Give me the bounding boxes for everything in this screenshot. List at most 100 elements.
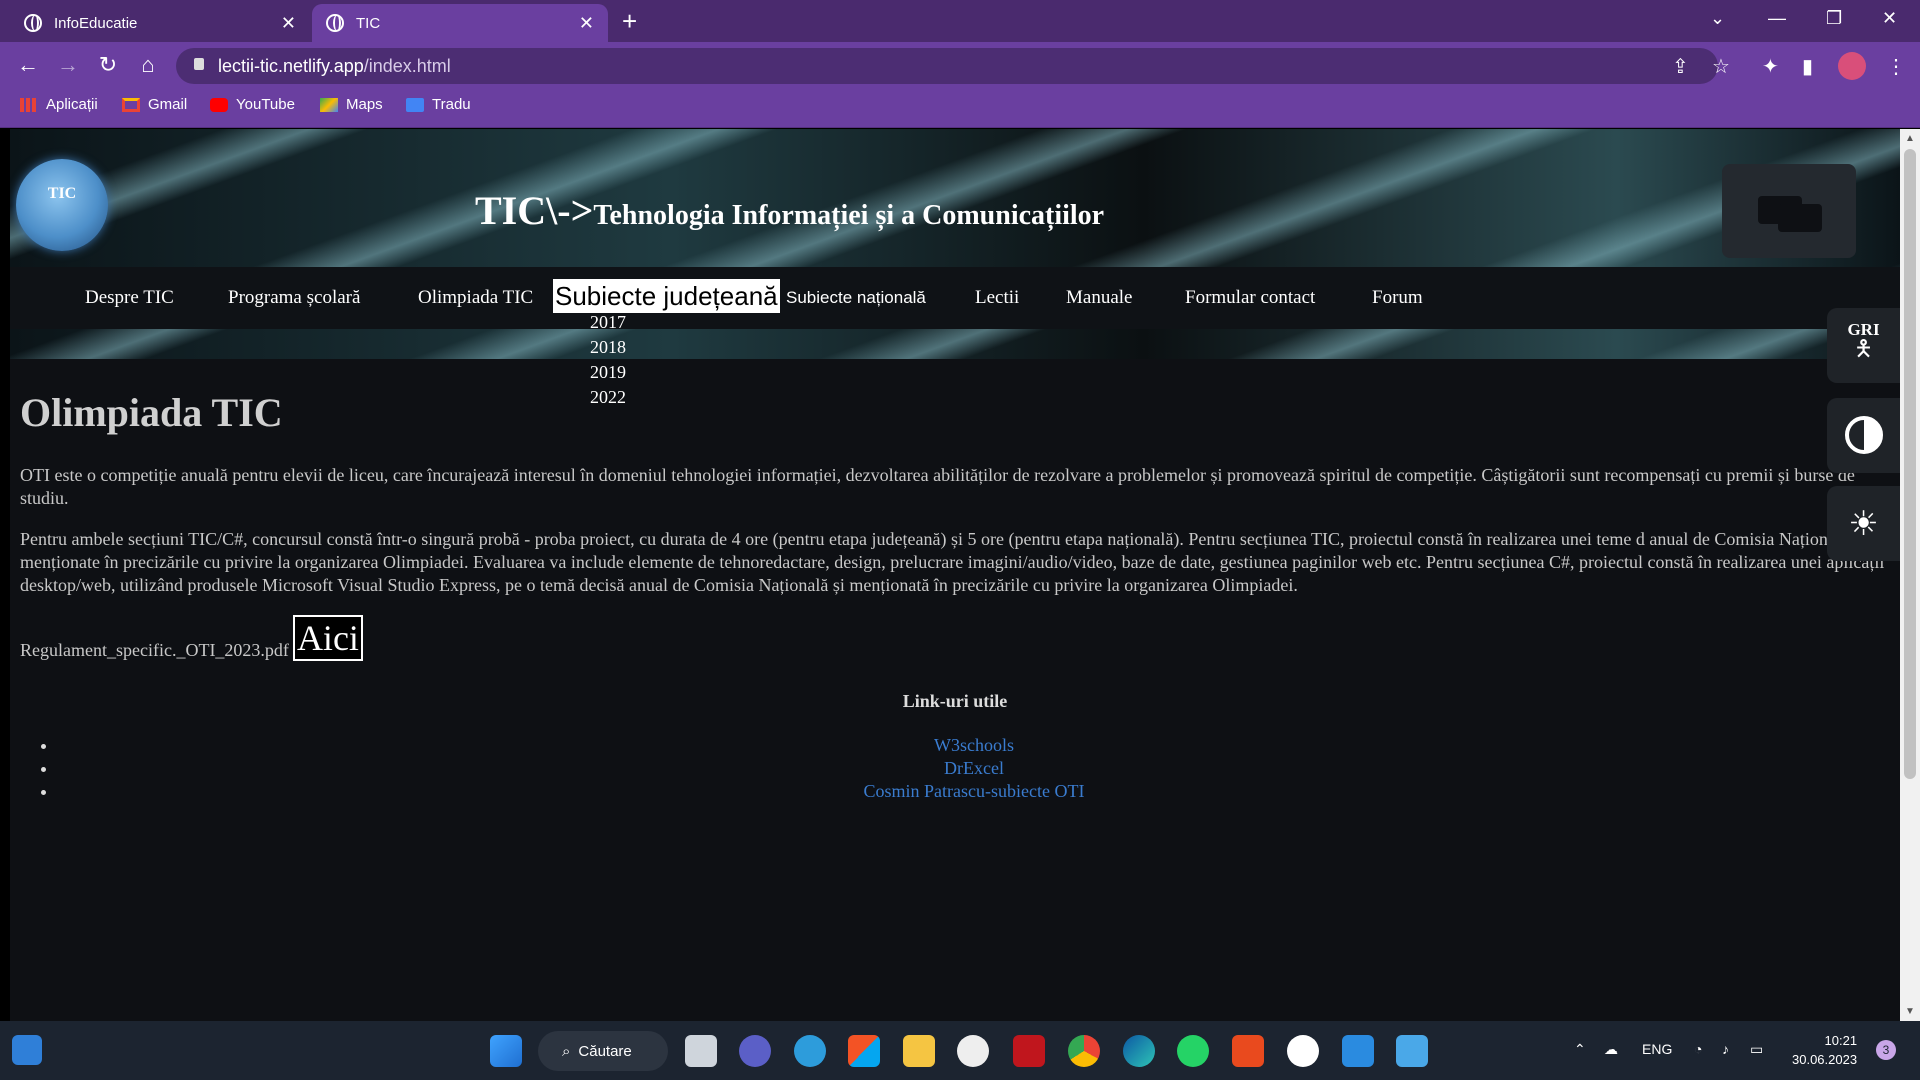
grayscale-button[interactable]: GRI 🯅: [1827, 308, 1900, 383]
main-content: Olimpiada TIC OTI este o competiție anua…: [20, 389, 1890, 803]
link-w3schools[interactable]: W3schools: [58, 734, 1890, 757]
github-icon[interactable]: [1287, 1035, 1319, 1067]
browser-menu-icon[interactable]: ⋮: [1886, 54, 1906, 79]
brightness-button[interactable]: ☀: [1827, 486, 1900, 561]
regulament-filename: Regulament_specific._OTI_2023.pdf: [20, 640, 289, 660]
bookmark-label: Gmail: [148, 96, 188, 113]
teams-chat-icon[interactable]: [739, 1035, 771, 1067]
bookmark-apps[interactable]: Aplicații: [20, 96, 98, 113]
share-icon[interactable]: ⇪: [1672, 54, 1689, 79]
battery-icon[interactable]: ▭: [1750, 1041, 1763, 1058]
sun-icon: ☀: [1848, 505, 1879, 543]
bookmark-label: YouTube: [236, 96, 295, 113]
list-item: W3schools: [58, 734, 1890, 757]
back-arrow-icon[interactable]: ←: [14, 52, 42, 78]
task-view-icon[interactable]: [685, 1035, 717, 1067]
browser-tab-tic[interactable]: TIC ✕: [312, 4, 608, 42]
notification-badge[interactable]: 3: [1876, 1040, 1896, 1060]
dropdown-year-2018[interactable]: 2018: [590, 337, 626, 362]
wifi-icon[interactable]: ◔: [1694, 1041, 1702, 1057]
language-indicator[interactable]: ENG: [1642, 1041, 1672, 1057]
maps-icon: [320, 97, 338, 112]
youtube-icon: [210, 97, 228, 112]
address-bar[interactable]: lectii-tic.netlify.app/index.html: [176, 48, 1718, 84]
minimize-button[interactable]: —: [1768, 8, 1786, 29]
app-icon[interactable]: [957, 1035, 989, 1067]
clock-time: 10:21: [1824, 1033, 1858, 1048]
globe-icon: [326, 14, 344, 32]
nav-manuale[interactable]: Manuale: [1066, 287, 1132, 309]
help-icon[interactable]: [794, 1035, 826, 1067]
photos-icon[interactable]: [1396, 1035, 1428, 1067]
profile-avatar[interactable]: [1838, 52, 1866, 80]
nav-olimpiada-tic[interactable]: Olimpiada TIC: [418, 287, 533, 309]
nav-formular-contact[interactable]: Formular contact: [1185, 287, 1315, 309]
widgets-icon[interactable]: [12, 1035, 42, 1065]
page-scrollbar[interactable]: ▲ ▼: [1900, 129, 1920, 1021]
scroll-up-arrow-icon[interactable]: ▲: [1905, 133, 1915, 144]
browser-tab-infoeducatie[interactable]: InfoEducatie ✕: [10, 4, 310, 42]
link-cosmin-patrascu[interactable]: Cosmin Patrascu-subiecte OTI: [58, 780, 1890, 803]
contrast-icon: [1845, 416, 1883, 454]
bookmark-maps[interactable]: Maps: [320, 96, 383, 113]
volume-icon[interactable]: ♪: [1722, 1041, 1729, 1057]
home-icon[interactable]: ⌂: [134, 52, 162, 78]
side-panel-icon[interactable]: ▮: [1802, 54, 1813, 79]
bookmark-star-icon[interactable]: ☆: [1712, 54, 1730, 79]
bookmarks-bar: Aplicații Gmail YouTube Maps Tradu: [0, 90, 1920, 128]
chat-bubble-shape: [1778, 204, 1822, 232]
contrast-button[interactable]: [1827, 398, 1900, 473]
nav-programa-scolara[interactable]: Programa școlară: [228, 287, 360, 309]
bookmark-label: Tradu: [432, 96, 471, 113]
store-icon[interactable]: [848, 1035, 880, 1067]
windows-start-icon[interactable]: [490, 1035, 522, 1067]
regulament-line: Regulament_specific._OTI_2023.pdf Aici: [20, 615, 1890, 661]
vscode-icon[interactable]: [1342, 1035, 1374, 1067]
edge-icon[interactable]: [1123, 1035, 1155, 1067]
close-window-button[interactable]: ✕: [1882, 8, 1897, 29]
tab-search-chevron-icon[interactable]: ⌄: [1710, 8, 1725, 29]
site-logo[interactable]: TIC: [16, 159, 108, 251]
translate-icon: [406, 97, 424, 112]
reload-icon[interactable]: ↻: [94, 52, 122, 78]
taskbar-clock[interactable]: 10:21 30.06.2023: [1792, 1031, 1857, 1069]
bookmark-gmail[interactable]: Gmail: [122, 96, 187, 113]
scrollbar-thumb[interactable]: [1904, 149, 1916, 779]
links-title: Link-uri utile: [902, 691, 1008, 711]
extensions-icon[interactable]: ✦: [1762, 54, 1779, 79]
taskbar-search[interactable]: ⌕ Căutare: [538, 1031, 668, 1071]
web-page: TIC TIC\->Tehnologia Informației și a Co…: [10, 129, 1900, 1021]
onedrive-icon[interactable]: ☁: [1604, 1041, 1618, 1058]
chat-icon[interactable]: [1722, 164, 1856, 258]
whatsapp-icon[interactable]: [1177, 1035, 1209, 1067]
os-taskbar: ⌕ Căutare ⌃ ☁ ENG ◔ ♪ ▭ 10:21 30.06.2023…: [0, 1021, 1920, 1080]
nav-lectii[interactable]: Lectii: [975, 287, 1019, 309]
bookmark-label: Maps: [346, 96, 383, 113]
link-drexcel[interactable]: DrExcel: [58, 757, 1890, 780]
mcafee-icon[interactable]: [1013, 1035, 1045, 1067]
apps-grid-icon: [20, 97, 38, 112]
tray-chevron-icon[interactable]: ⌃: [1574, 1041, 1586, 1058]
chrome-icon[interactable]: [1068, 1035, 1100, 1067]
scroll-down-arrow-icon[interactable]: ▼: [1905, 1006, 1915, 1017]
nav-subiecte-judeteana[interactable]: Subiecte județeană: [553, 279, 780, 313]
site-title-main: Tehnologia Informației și a Comunicațiil…: [593, 200, 1105, 231]
nav-subiecte-nationala[interactable]: Subiecte națională: [786, 288, 926, 308]
new-tab-button[interactable]: +: [622, 6, 637, 37]
bookmark-youtube[interactable]: YouTube: [210, 96, 295, 113]
aici-button[interactable]: Aici: [292, 615, 363, 661]
bookmark-translate[interactable]: Tradu: [406, 96, 471, 113]
dropdown-year-2017[interactable]: 2017: [590, 312, 626, 337]
office-icon[interactable]: [1232, 1035, 1264, 1067]
dropdown-year-2019[interactable]: 2019: [590, 362, 626, 387]
close-tab-icon[interactable]: ✕: [281, 13, 296, 34]
restore-button[interactable]: ❐: [1826, 8, 1842, 29]
nav-forum[interactable]: Forum: [1372, 287, 1423, 309]
file-explorer-icon[interactable]: [903, 1035, 935, 1067]
tab-title: InfoEducatie: [54, 14, 138, 32]
forward-arrow-icon[interactable]: →: [54, 52, 82, 78]
close-tab-icon[interactable]: ✕: [579, 13, 594, 34]
site-title-prefix: TIC\->: [475, 188, 594, 233]
nav-despre-tic[interactable]: Despre TIC: [85, 287, 174, 309]
intro-paragraph: OTI este o competiție anuală pentru elev…: [20, 465, 1855, 508]
